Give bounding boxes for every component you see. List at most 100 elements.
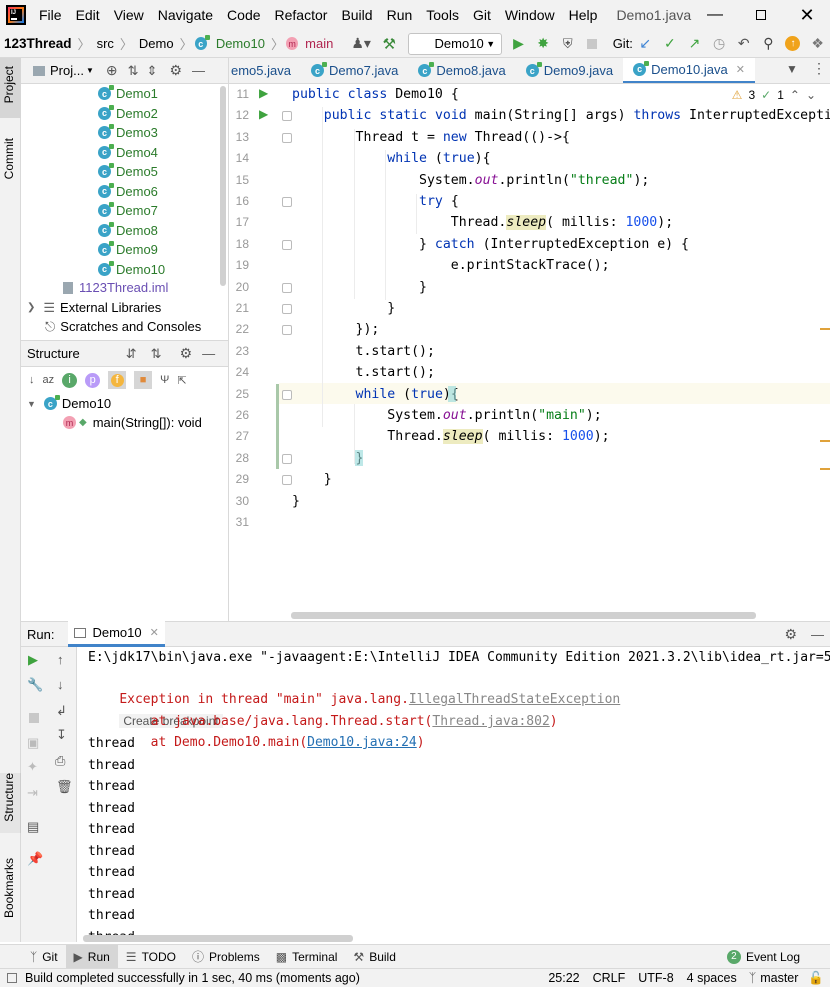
scroll-to-end-icon[interactable]: ↧ — [56, 727, 67, 743]
build-hammer-icon[interactable]: ⚒ — [379, 33, 400, 55]
tree-item-iml[interactable]: 1123Thread.iml — [63, 278, 168, 298]
hide-panel-icon[interactable]: — — [192, 63, 205, 78]
structure-class-node[interactable]: ▼ c Demo10 — [27, 394, 111, 414]
indent-setting[interactable]: 4 spaces — [687, 971, 737, 985]
project-tool-label[interactable]: Project — [2, 66, 16, 103]
run-gutter-icon[interactable]: ▶ — [259, 86, 268, 100]
minimize-icon[interactable]: — — [692, 6, 738, 24]
gear-icon[interactable]: ⚙ — [180, 345, 193, 362]
breadcrumb-class[interactable]: Demo10 — [212, 36, 269, 51]
tree-item-class[interactable]: c Demo4 — [98, 143, 158, 163]
print-icon[interactable]: ⎙ — [55, 753, 65, 769]
restore-layout-icon[interactable]: ✦ — [27, 759, 38, 775]
menu-tools[interactable]: Tools — [419, 0, 466, 30]
editor-tab[interactable]: c Demo8.java — [408, 58, 515, 83]
tree-item-class[interactable]: c Demo6 — [98, 182, 158, 202]
tree-item-class[interactable]: c Demo1 — [98, 84, 158, 104]
tree-item-class[interactable]: c Demo10 — [21, 259, 229, 279]
git-commit-icon[interactable]: ✓ — [660, 33, 681, 55]
editor-tab[interactable]: c Demo10.java ✕ — [623, 58, 755, 83]
bookmarks-tool-label[interactable]: Bookmarks — [2, 858, 16, 918]
gear-icon[interactable]: ⚙ — [169, 62, 182, 79]
sort-visibility-icon[interactable]: ↓ — [29, 374, 35, 386]
rerun-icon[interactable]: ▶ — [28, 652, 38, 668]
editor-tab[interactable]: c Demo7.java — [301, 58, 408, 83]
fold-marker[interactable] — [282, 389, 292, 400]
editor-tab[interactable]: c Demo9.java — [516, 58, 623, 83]
menu-help[interactable]: Help — [562, 0, 605, 30]
collapse-icon[interactable]: ⇅ — [151, 346, 162, 362]
terminal-tool-tab[interactable]: ▩ Terminal — [268, 945, 346, 969]
non-public-icon[interactable]: ■ — [134, 371, 153, 389]
editor-tab[interactable]: emo5.java — [229, 58, 301, 83]
gear-icon[interactable]: ⚙ — [784, 626, 797, 643]
build-tool-tab[interactable]: ⚒ Build — [345, 945, 403, 969]
lock-icon[interactable]: 🔓 — [808, 971, 824, 986]
inspection-widget[interactable]: ⚠ 3 ✓ 1 ⌃ ⌄ — [731, 88, 816, 102]
fold-marker[interactable] — [282, 197, 292, 207]
console-output[interactable]: E:\jdk17\bin\java.exe "-javaagent:E:\Int… — [77, 647, 830, 942]
breadcrumb-method[interactable]: main — [301, 36, 337, 51]
fold-marker[interactable] — [282, 239, 292, 250]
commit-tool-label[interactable]: Commit — [2, 138, 16, 179]
properties-icon[interactable]: p — [85, 372, 101, 388]
fold-marker[interactable] — [282, 475, 292, 486]
tree-item-class[interactable]: c Demo8 — [98, 221, 158, 241]
up-arrow-icon[interactable]: ↑ — [57, 652, 64, 667]
lambdas-icon[interactable]: Ψ — [160, 374, 169, 386]
scroll-from-source-icon[interactable]: ⇱ — [177, 374, 186, 387]
update-icon[interactable]: ↑ — [783, 33, 804, 55]
coverage-icon[interactable]: ⛨ — [557, 33, 578, 55]
fold-marker[interactable] — [282, 111, 292, 122]
sort-icon[interactable]: ⇵ — [126, 346, 137, 362]
code-editor[interactable]: public class Demo10 { public static void… — [279, 84, 830, 621]
stack-link[interactable]: Demo10.java:24 — [307, 735, 417, 750]
menu-build[interactable]: Build — [334, 0, 379, 30]
down-arrow-icon[interactable]: ↓ — [57, 677, 64, 692]
tree-scrollbar[interactable] — [220, 86, 226, 286]
close-tab-icon[interactable]: ✕ — [736, 63, 745, 76]
stack-link[interactable]: Thread.java:802 — [432, 714, 549, 729]
file-encoding[interactable]: UTF-8 — [638, 971, 673, 985]
history-icon[interactable]: ◷ — [709, 33, 730, 55]
chevron-up-icon[interactable]: ⌃ — [790, 88, 800, 102]
tree-item-class[interactable]: c Demo5 — [98, 162, 158, 182]
stop-icon[interactable] — [582, 33, 603, 55]
close-tab-icon[interactable]: ✕ — [150, 626, 159, 639]
status-panel-icon[interactable] — [7, 973, 17, 983]
fold-marker[interactable] — [282, 282, 292, 293]
plugins-icon[interactable]: ❖ — [807, 33, 828, 55]
menu-navigate[interactable]: Navigate — [151, 0, 220, 30]
collapse-icon[interactable]: ⇅ — [128, 63, 139, 79]
run-config-select[interactable]: Demo10 ▼ — [407, 32, 503, 55]
horizontal-scrollbar[interactable] — [291, 612, 756, 619]
chevron-down-icon[interactable]: ⌄ — [806, 88, 816, 102]
fold-marker[interactable] — [282, 453, 292, 464]
modify-config-icon[interactable]: 🔧 — [27, 677, 43, 693]
breadcrumb-package[interactable]: Demo — [135, 36, 178, 51]
trash-icon[interactable]: 🗑 — [56, 779, 73, 795]
target-icon[interactable]: ⊕ — [106, 62, 118, 79]
tree-item-class[interactable]: c Demo7 — [98, 201, 158, 221]
pin-icon[interactable]: 📌 — [27, 851, 43, 867]
fold-marker[interactable] — [282, 132, 292, 143]
rollback-icon[interactable]: ↶ — [733, 33, 754, 55]
hide-panel-icon[interactable]: — — [202, 346, 215, 361]
hide-panel-icon[interactable]: — — [811, 627, 824, 642]
structure-method-node[interactable]: m ◆ main(String[]): void — [63, 413, 202, 433]
close-icon[interactable]: ✕ — [784, 5, 830, 26]
maximize-icon[interactable] — [738, 8, 784, 23]
debug-icon[interactable]: ✸ — [533, 33, 554, 55]
tree-item-class[interactable]: c Demo2 — [98, 104, 158, 124]
structure-tool-tab[interactable] — [0, 773, 21, 833]
git-branch[interactable]: master — [760, 971, 798, 985]
search-icon[interactable]: ⚲ — [758, 33, 779, 55]
menu-edit[interactable]: Edit — [69, 0, 107, 30]
event-log-tool-tab[interactable]: 2 Event Log — [719, 945, 808, 969]
project-panel-title[interactable]: Proj... — [50, 63, 84, 78]
inherited-icon[interactable]: i — [62, 372, 78, 388]
console-horizontal-scrollbar[interactable] — [83, 935, 353, 942]
run-tool-tab[interactable]: ▶ Run — [65, 944, 118, 969]
breadcrumb-project[interactable]: 123Thread — [0, 36, 76, 51]
menu-git[interactable]: Git — [466, 0, 498, 30]
